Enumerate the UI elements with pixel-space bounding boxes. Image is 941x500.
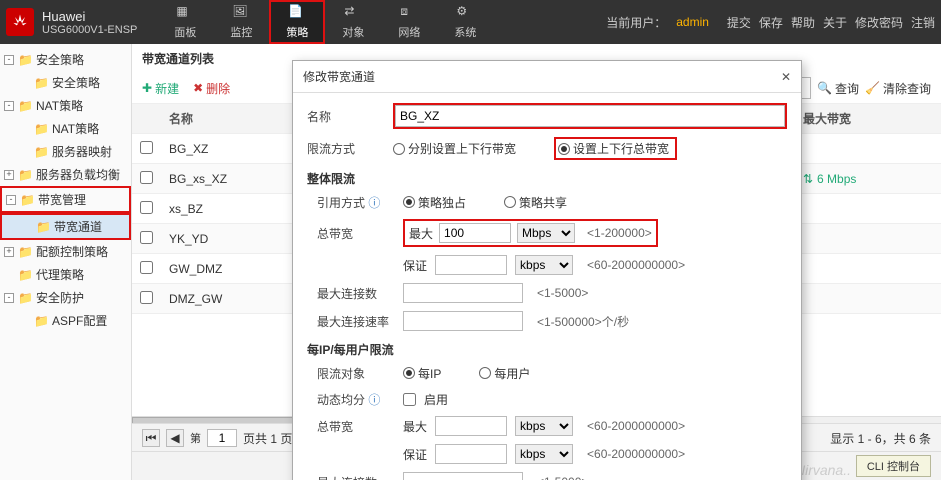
target-ip-radio[interactable]: 每IP (403, 365, 441, 382)
ip-guar-input[interactable] (435, 444, 507, 464)
tab-icon: ⇄ (344, 4, 362, 22)
page-input[interactable] (207, 429, 237, 447)
tab-icon: ▦ (176, 4, 194, 22)
folder-icon: 📁 (18, 291, 32, 305)
folder-icon: 📁 (36, 220, 50, 234)
cli-console-button[interactable]: CLI 控制台 (856, 455, 931, 477)
header-link[interactable]: 帮助 (791, 16, 815, 30)
max-bw-unit[interactable]: Mbps (517, 223, 575, 243)
sidebar-item[interactable]: 📁带宽通道 (0, 213, 131, 240)
sidebar-item[interactable]: 📁ASPF配置 (0, 309, 131, 332)
delete-button[interactable]: ✖ 删除 (193, 80, 230, 97)
sidebar-item[interactable]: -📁安全防护 (0, 286, 131, 309)
sidebar-item[interactable]: 📁代理策略 (0, 263, 131, 286)
tab-策略[interactable]: 📄策略 (269, 0, 325, 44)
row-checkbox[interactable] (140, 141, 153, 154)
ref-shared-radio[interactable]: 策略共享 (504, 194, 567, 211)
ip-max-input[interactable] (435, 416, 507, 436)
top-header: Huawei USG6000V1-ENSP ▦面板🖼监控📄策略⇄对象⧈网络⚙系统… (0, 0, 941, 44)
name-input[interactable] (395, 105, 785, 127)
limit-separate-radio[interactable]: 分别设置上下行带宽 (393, 140, 516, 157)
guar-bw-input[interactable] (435, 255, 507, 275)
folder-icon: 📁 (34, 76, 48, 90)
pager-prev-icon[interactable]: ◀ (166, 429, 184, 447)
max-bw-input[interactable] (439, 223, 511, 243)
section-ip: 每IP/每用户限流 (307, 335, 787, 360)
maxconn-input[interactable] (403, 283, 523, 303)
folder-icon: 📁 (18, 99, 32, 113)
help-icon[interactable]: ⓘ (368, 393, 380, 407)
folder-icon: 📁 (34, 122, 48, 136)
header-link[interactable]: 注销 (911, 16, 935, 30)
sidebar-item[interactable]: -📁安全策略 (0, 48, 131, 71)
target-user-radio[interactable]: 每用户 (479, 365, 530, 382)
ip-max-unit[interactable]: kbps (515, 416, 573, 436)
name-label: 名称 (307, 108, 385, 125)
header-link[interactable]: 保存 (759, 16, 783, 30)
row-checkbox[interactable] (140, 231, 153, 244)
close-icon[interactable]: ✕ (781, 70, 791, 84)
header-link[interactable]: 修改密码 (855, 16, 903, 30)
sidebar-item[interactable]: +📁服务器负载均衡 (0, 163, 131, 186)
brand-name: Huawei (42, 9, 137, 24)
folder-icon: 📁 (34, 145, 48, 159)
current-user: admin (676, 15, 709, 29)
section-total: 整体限流 (307, 164, 787, 189)
sidebar-item[interactable]: 📁安全策略 (0, 71, 131, 94)
add-button[interactable]: ✚ 新建 (142, 80, 179, 97)
tab-icon: ⚙ (456, 4, 474, 22)
sidebar-item[interactable]: 📁NAT策略 (0, 117, 131, 140)
sidebar-item[interactable]: +📁配额控制策略 (0, 240, 131, 263)
limit-mode-label: 限流方式 (307, 140, 385, 157)
watermark: Nirvana.. (795, 462, 851, 478)
folder-icon: 📁 (20, 193, 34, 207)
edit-channel-dialog: 修改带宽通道 ✕ 名称 限流方式 分别设置上下行带宽 设置上下行总带宽 (292, 60, 802, 480)
dialog-title: 修改带宽通道 (303, 68, 375, 85)
row-checkbox[interactable] (140, 201, 153, 214)
limit-total-radio[interactable]: 设置上下行总带宽 (558, 140, 669, 157)
folder-icon: 📁 (18, 53, 32, 67)
ip-guar-unit[interactable]: kbps (515, 444, 573, 464)
model-name: USG6000V1-ENSP (42, 24, 137, 36)
ip-maxconn-input[interactable] (403, 472, 523, 480)
guar-bw-unit[interactable]: kbps (515, 255, 573, 275)
search-button[interactable]: 🔍 查询 (817, 80, 859, 97)
tab-监控[interactable]: 🖼监控 (213, 0, 269, 44)
row-checkbox[interactable] (140, 291, 153, 304)
pager-first-icon[interactable]: ⏮ (142, 429, 160, 447)
current-user-label: 当前用户： (606, 14, 666, 31)
total-bw-label: 总带宽 (317, 225, 395, 242)
main-area: 带宽通道列表 ✚ 新建 ✖ 删除 名称 🔍 查询 🧹 清除查询 名称引用方式最大… (132, 44, 941, 480)
pager-range: 显示 1 - 6，共 6 条 (830, 430, 931, 447)
help-icon[interactable]: ⓘ (368, 196, 380, 210)
main-tabs: ▦面板🖼监控📄策略⇄对象⧈网络⚙系统 (157, 0, 493, 44)
clear-search-button[interactable]: 🧹 清除查询 (865, 80, 931, 97)
sidebar-item[interactable]: -📁带宽管理 (0, 186, 131, 213)
huawei-logo-icon (6, 8, 34, 36)
tab-系统[interactable]: ⚙系统 (437, 0, 493, 44)
tab-网络[interactable]: ⧈网络 (381, 0, 437, 44)
folder-icon: 📁 (18, 168, 32, 182)
tab-icon: 🖼 (232, 4, 250, 22)
header-right: 当前用户： admin 提交保存帮助关于修改密码注销 (606, 14, 935, 31)
tab-面板[interactable]: ▦面板 (157, 0, 213, 44)
folder-icon: 📁 (18, 245, 32, 259)
tab-icon: ⧈ (400, 4, 418, 22)
logo: Huawei USG6000V1-ENSP (6, 8, 137, 36)
row-checkbox[interactable] (140, 171, 153, 184)
tab-icon: 📄 (288, 4, 306, 22)
ref-exclusive-radio[interactable]: 策略独占 (403, 194, 466, 211)
header-link[interactable]: 提交 (727, 16, 751, 30)
dyn-enable-checkbox[interactable] (403, 393, 416, 406)
tab-对象[interactable]: ⇄对象 (325, 0, 381, 44)
header-link[interactable]: 关于 (823, 16, 847, 30)
row-checkbox[interactable] (140, 261, 153, 274)
folder-icon: 📁 (34, 314, 48, 328)
sidebar-item[interactable]: 📁服务器映射 (0, 140, 131, 163)
sidebar-tree: -📁安全策略📁安全策略-📁NAT策略📁NAT策略📁服务器映射+📁服务器负载均衡-… (0, 44, 132, 480)
maxrate-input[interactable] (403, 311, 523, 331)
sidebar-item[interactable]: -📁NAT策略 (0, 94, 131, 117)
folder-icon: 📁 (18, 268, 32, 282)
up-down-icon: ⇅ (803, 172, 813, 186)
